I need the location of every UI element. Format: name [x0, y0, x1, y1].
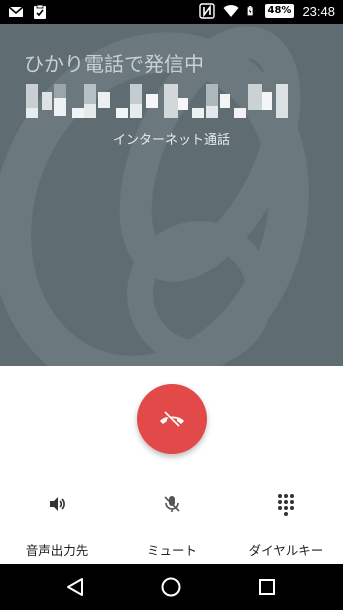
caller-number-mosaic: [26, 84, 288, 120]
wifi-icon: [223, 5, 239, 17]
speaker-icon: [50, 497, 65, 511]
dialpad-label: ダイヤルキー: [248, 543, 324, 558]
mic-off-icon: [164, 496, 180, 512]
back-icon[interactable]: [64, 576, 86, 598]
end-call-icon: [160, 411, 184, 429]
status-bar: 48% 23:48: [0, 0, 343, 24]
dialpad-button[interactable]: ダイヤルキー: [229, 490, 343, 559]
call-type-label: インターネット通話: [112, 133, 230, 148]
battery-charging-icon: [247, 6, 253, 16]
recents-icon[interactable]: [256, 576, 278, 598]
call-info-panel: ひかり電話で発信中 インターネット通話: [0, 24, 343, 366]
home-icon[interactable]: [160, 576, 182, 598]
mute-label: ミュート: [146, 543, 197, 558]
mute-button[interactable]: ミュート: [115, 490, 229, 559]
call-status: ひかり電話で発信中: [24, 52, 204, 76]
end-call-button[interactable]: [137, 384, 207, 454]
clock: 23:48: [302, 3, 335, 19]
navigation-bar: [0, 564, 343, 610]
battery-percentage: 48%: [264, 4, 295, 18]
clipboard-check-icon: [34, 4, 46, 19]
dialpad-icon: [278, 494, 294, 516]
speaker-label: 音声出力先: [25, 543, 89, 558]
speaker-button[interactable]: 音声出力先: [0, 490, 114, 559]
gmail-icon: [8, 6, 24, 17]
nfc-icon: [198, 3, 215, 19]
call-controls: 音声出力先 ミュート ダイヤルキー: [0, 366, 343, 564]
